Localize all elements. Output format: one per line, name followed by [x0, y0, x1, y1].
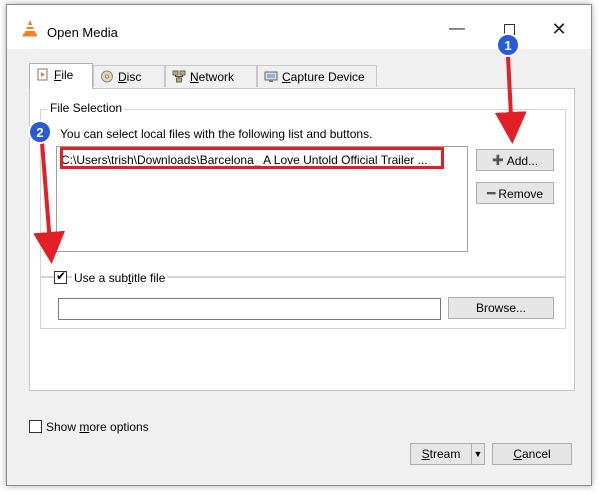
- arrow-to-add-button: [494, 55, 527, 144]
- tab-file-label: ile: [61, 68, 74, 82]
- step-marker-1-text: 1: [504, 38, 511, 53]
- file-icon: [37, 68, 48, 81]
- step-marker-2-text: 2: [36, 125, 43, 140]
- tab-file[interactable]: File: [29, 63, 93, 89]
- arrow-to-subtitle-checkbox: [33, 141, 66, 264]
- step-marker-1: 1: [496, 33, 520, 57]
- step-marker-2: 2: [28, 120, 52, 144]
